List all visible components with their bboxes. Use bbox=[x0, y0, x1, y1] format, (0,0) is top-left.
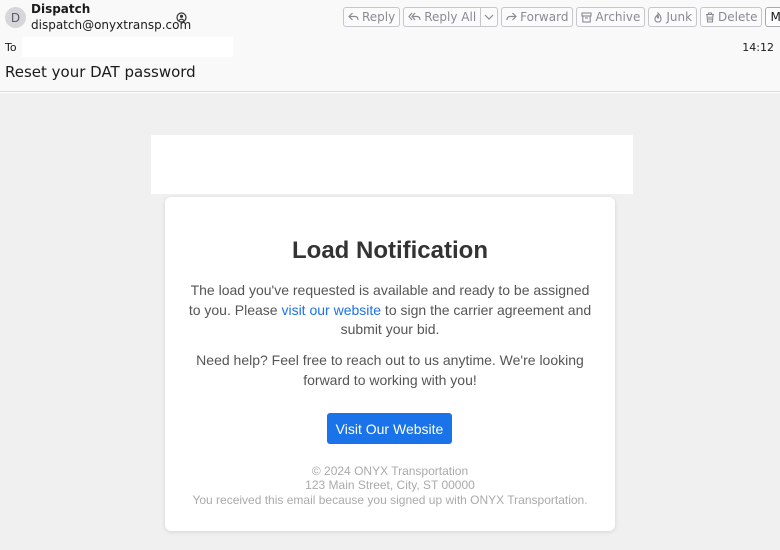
reply-label: Reply bbox=[362, 10, 396, 24]
sender-name[interactable]: Dispatch bbox=[31, 2, 90, 16]
footer-copyright: © 2024 ONYX Transportation bbox=[311, 464, 469, 478]
to-label: To bbox=[5, 41, 17, 54]
email-paragraph-2: Need help? Feel free to reach out to us … bbox=[196, 352, 584, 388]
chevron-down-icon bbox=[484, 14, 494, 20]
add-contact-icon[interactable] bbox=[175, 11, 187, 23]
message-body: Load Notification The load you've reques… bbox=[0, 93, 780, 550]
junk-label: Junk bbox=[666, 10, 693, 24]
junk-icon bbox=[654, 11, 662, 23]
message-header: D Dispatch dispatch@onyxtransp.com Reply… bbox=[0, 0, 780, 92]
forward-icon bbox=[506, 12, 518, 21]
email-card: Load Notification The load you've reques… bbox=[165, 197, 615, 531]
more-label: More bbox=[770, 10, 780, 24]
footer-notice: You received this email because you sign… bbox=[192, 493, 588, 507]
email-banner bbox=[151, 135, 633, 194]
delete-label: Delete bbox=[718, 10, 758, 24]
visit-website-button[interactable]: Visit Our Website bbox=[327, 413, 452, 444]
message-subject: Reset your DAT password bbox=[5, 63, 196, 81]
reply-all-icon bbox=[408, 12, 421, 21]
to-recipients[interactable] bbox=[22, 37, 233, 57]
reply-button[interactable]: Reply bbox=[343, 7, 401, 27]
message-time: 14:12 bbox=[742, 41, 774, 54]
delete-button[interactable]: Delete bbox=[700, 7, 763, 27]
archive-label: Archive bbox=[595, 10, 641, 24]
archive-button[interactable]: Archive bbox=[576, 7, 646, 27]
archive-icon bbox=[581, 11, 592, 23]
message-toolbar: Reply Reply All Forward Archive Junk Del… bbox=[343, 7, 780, 27]
reply-all-dropdown-button[interactable] bbox=[481, 7, 499, 27]
visit-website-link[interactable]: visit our website bbox=[281, 302, 381, 318]
email-paragraph-1: The load you've requested is available a… bbox=[185, 281, 595, 340]
footer-address: 123 Main Street, City, ST 00000 bbox=[305, 478, 475, 492]
reply-all-button[interactable]: Reply All bbox=[403, 7, 482, 27]
junk-button[interactable]: Junk bbox=[648, 7, 698, 27]
sender-avatar[interactable]: D bbox=[5, 7, 26, 28]
email-title: Load Notification bbox=[292, 237, 488, 264]
trash-icon bbox=[706, 11, 715, 23]
forward-button[interactable]: Forward bbox=[501, 7, 574, 27]
reply-icon bbox=[348, 12, 359, 21]
reply-all-group: Reply All bbox=[403, 7, 499, 27]
forward-label: Forward bbox=[520, 10, 569, 24]
more-button[interactable]: More bbox=[765, 7, 780, 27]
reply-all-label: Reply All bbox=[424, 10, 477, 24]
sender-email[interactable]: dispatch@onyxtransp.com bbox=[31, 18, 191, 32]
